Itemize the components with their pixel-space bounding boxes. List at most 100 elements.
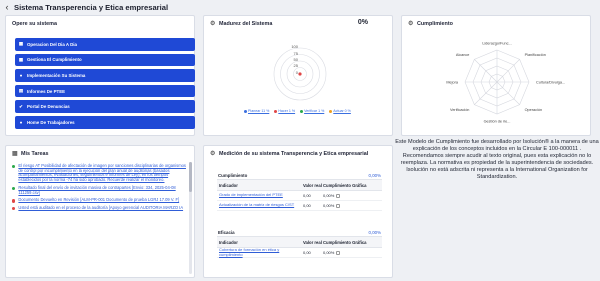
task-link[interactable]: El riesgo AT Posibilidad de afectación d… — [18, 163, 190, 183]
menu-button-denuncias[interactable]: ✔ Portal De Denuncias — [15, 100, 195, 113]
valor-cell: 0,00 — [303, 250, 311, 255]
scale-label: 75 — [294, 51, 299, 56]
menu-button-operacion[interactable]: ▦ Operacion Del Dia A Dia — [15, 38, 195, 51]
column-header: Indicador — [219, 182, 238, 188]
scale-label: 0 — [296, 70, 299, 75]
radar-axis-label: Operación — [525, 108, 543, 112]
radar-axis-label: Mejora — [446, 81, 458, 85]
chart-checkbox-icon[interactable] — [336, 193, 341, 198]
task-link[interactable]: Usted está auditado en el proceso de la … — [18, 205, 183, 211]
indicador-link[interactable]: Cobertura de formación en ética y cumpli… — [217, 247, 303, 257]
status-dot-icon — [12, 165, 16, 169]
menu-label: Operacion Del Dia A Dia — [27, 41, 77, 47]
chart-checkbox-icon[interactable] — [336, 250, 341, 255]
menu-label: Gestiona El Cumplimiento — [27, 57, 82, 63]
opere-card: Opere su sistema ▦ Operacion Del Dia A Di… — [5, 15, 195, 136]
madurez-title: Madurez del Sistema — [219, 21, 273, 27]
table-row: Cobertura de formación en ética y cumpli… — [217, 247, 382, 258]
column-header: Cumplimiento Gráfica — [323, 182, 367, 188]
grid-icon: ▦ — [18, 56, 24, 62]
cumplimiento-card: ⚙ Cumplimiento Liderazgo/Func... Planific… — [401, 15, 591, 136]
radar-axis-label: Verificación — [450, 108, 469, 112]
madurez-card: ⚙ Madurez del Sistema 0% 100 75 50 25 0 … — [203, 15, 393, 136]
scrollbar-thumb[interactable] — [189, 162, 192, 192]
radar-axis-label: Cultura/Divulga... — [536, 81, 565, 85]
opere-menu: ▦ Operacion Del Dia A Dia ▦ Gestiona El Cu… — [15, 38, 195, 132]
medicion-card: ⚙ Medición de su sistema Transperencia y… — [203, 145, 393, 278]
list-item[interactable]: Usted está auditado en el proceso de la … — [12, 205, 190, 211]
tasks-icon: ▦ — [12, 151, 18, 157]
legend-hacer[interactable]: Hacer 1 % — [274, 109, 295, 113]
disclaimer-text: Este Modelo de Cumplimiento fue desarrol… — [395, 139, 599, 180]
legend-verificar[interactable]: Verificar 1 % — [300, 109, 324, 113]
column-header: Cumplimiento Gráfica — [323, 239, 367, 245]
user-icon: ● — [19, 119, 23, 125]
section-name: Cumplimiento — [218, 172, 248, 178]
list-item[interactable]: Resultado final del envío de invitación … — [12, 185, 190, 195]
legend-planear[interactable]: Planear 11 % — [244, 109, 269, 113]
menu-label: Portal De Denuncias — [27, 104, 70, 110]
list-item[interactable]: El riesgo AT Posibilidad de afectación d… — [12, 163, 190, 183]
status-dot-icon — [12, 186, 16, 191]
madurez-header: ⚙ Madurez del Sistema — [210, 21, 272, 27]
eficacia-table: Eficacia 0,00% Indicador Valor real Cump… — [217, 228, 382, 258]
page-title: Sistema Transperencia y Etica empresaria… — [14, 2, 169, 12]
section-percent: 0,00% — [368, 172, 381, 178]
legend-swatch — [300, 109, 304, 113]
user-icon: ● — [19, 72, 23, 78]
menu-label: Implementación Su Sistema — [27, 72, 86, 78]
list-item[interactable]: Documento Devuelto en Revisión [ALM-PR-0… — [12, 198, 190, 203]
legend-actuar[interactable]: Actuar 0 % — [329, 109, 351, 113]
status-dot-icon — [12, 199, 16, 203]
task-link[interactable]: Documento Devuelto en Revisión [ALM-PR-0… — [18, 198, 179, 203]
check-icon: ✔ — [19, 103, 23, 109]
status-dot-icon — [12, 206, 16, 211]
task-link[interactable]: Resultado final del envío de invitación … — [18, 185, 190, 195]
radar-axis-label: Liderazgo/Func... — [482, 42, 511, 46]
menu-button-informes[interactable]: ▤ Informes De PTEE — [15, 84, 195, 98]
chart-checkbox-icon[interactable] — [336, 203, 341, 208]
back-icon[interactable]: ‹ — [0, 2, 14, 12]
table-header: Indicador Valor real Cumplimiento Gráfic… — [217, 180, 382, 191]
indicador-link[interactable]: Actualización de la matriz de riesgos C/… — [217, 202, 303, 207]
tareas-card: ▦ Mis Tareas El riesgo AT Posibilidad de… — [5, 145, 195, 278]
legend-swatch — [329, 109, 333, 113]
legend-swatch — [244, 109, 247, 113]
section-name: Eficacia — [218, 229, 235, 235]
gear-icon[interactable]: ⚙ — [210, 151, 216, 157]
medicion-header: ⚙ Medición de su sistema Transperencia y… — [210, 151, 368, 157]
cumplimiento-cell: 0,00% — [323, 250, 382, 255]
cumplimiento-value: 0,00% — [323, 250, 335, 255]
madurez-radial: 100 75 50 25 0 — [273, 44, 327, 101]
table-row: Grado de implementación del PTEE 0,00 0,… — [217, 191, 382, 201]
medicion-title: Medición de su sistema Transperencia y E… — [219, 151, 369, 157]
menu-button-gestiona[interactable]: ▦ Gestiona El Cumplimiento — [15, 53, 195, 67]
valor-cell: 0,00 — [303, 193, 311, 198]
column-header: Valor real — [303, 239, 322, 245]
indicador-link[interactable]: Grado de implementación del PTEE — [217, 192, 303, 197]
menu-label: Home De Trabajadores — [27, 119, 75, 125]
task-list: El riesgo AT Posibilidad de afectación d… — [12, 163, 190, 214]
cumplimiento-header: ⚙ Cumplimiento — [408, 21, 453, 27]
task-scrollbar[interactable] — [189, 162, 192, 274]
menu-label: Informes De PTEE — [27, 88, 66, 94]
scale-label: 50 — [294, 57, 299, 62]
madurez-percent: 0% — [357, 19, 368, 26]
cumplimiento-value: 0,00% — [323, 203, 335, 208]
menu-button-implementacion[interactable]: ● Implementación Su Sistema — [15, 69, 195, 82]
cumplimiento-value: 0,00% — [323, 193, 335, 198]
scale-label: 25 — [294, 63, 299, 68]
tareas-header: ▦ Mis Tareas — [12, 151, 48, 157]
gear-icon[interactable]: ⚙ — [210, 21, 216, 27]
cumplimiento-cell: 0,00% — [323, 193, 382, 198]
gear-icon[interactable]: ⚙ — [408, 21, 414, 27]
valor-cell: 0,00 — [303, 203, 311, 208]
opere-title: Opere su sistema — [12, 21, 57, 27]
menu-button-trabajadores[interactable]: ● Home De Trabajadores — [15, 115, 195, 129]
column-header: Valor real — [303, 182, 322, 188]
tareas-title: Mis Tareas — [21, 151, 49, 157]
cumplimiento-radar: Liderazgo/Func... Planificación Cultura/Di… — [446, 42, 565, 124]
grid-icon: ▦ — [18, 41, 24, 47]
top-bar: ‹ Sistema Transperencia y Etica empresar… — [0, 0, 600, 14]
scale-label: 100 — [291, 44, 298, 49]
